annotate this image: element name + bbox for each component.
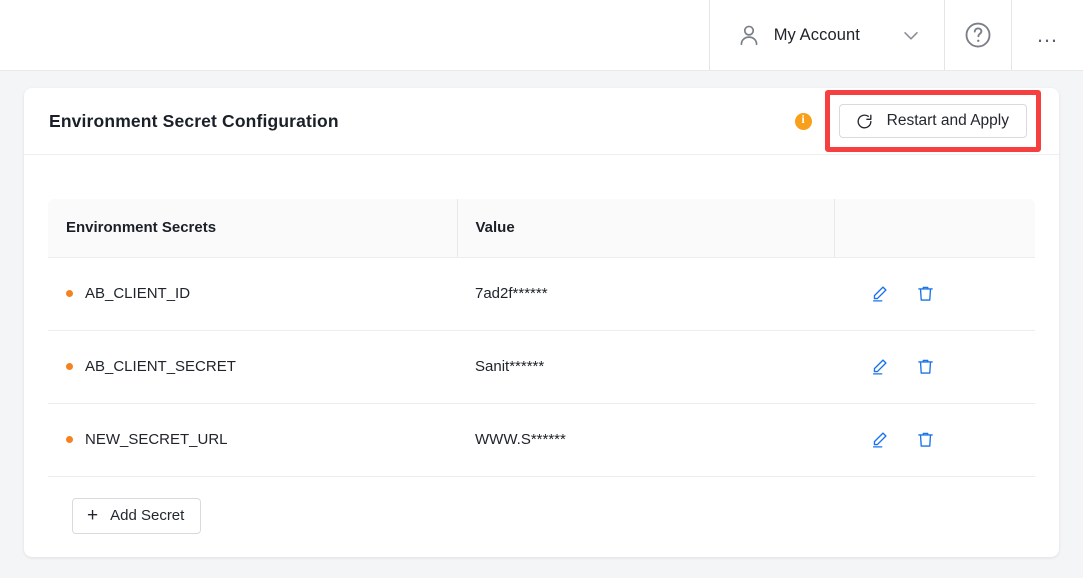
secret-name: AB_CLIENT_SECRET	[85, 358, 236, 375]
account-menu[interactable]: My Account	[708, 0, 944, 70]
secret-name: NEW_SECRET_URL	[85, 431, 228, 448]
card-header: Environment Secret Configuration i Resta…	[24, 88, 1059, 155]
table-body: AB_CLIENT_ID 7ad2f****** AB_CLIENT_SECRE…	[48, 257, 1035, 477]
secret-name-cell: AB_CLIENT_ID	[48, 257, 457, 331]
trash-icon	[916, 357, 935, 376]
chevron-down-icon[interactable]	[872, 22, 924, 48]
table-row: NEW_SECRET_URL WWW.S******	[48, 403, 1035, 477]
delete-secret-button[interactable]	[916, 284, 935, 303]
row-actions	[834, 403, 1035, 477]
question-circle-icon	[963, 20, 993, 50]
column-header-value: Value	[456, 199, 834, 258]
secret-value: WWW.S******	[457, 403, 834, 477]
restart-and-apply-button[interactable]: Restart and Apply	[838, 104, 1027, 138]
environment-secret-card: Environment Secret Configuration i Resta…	[24, 88, 1059, 557]
secret-name-cell: NEW_SECRET_URL	[48, 403, 457, 477]
add-secret-label: Add Secret	[110, 507, 185, 524]
table-header-row: Environment Secrets Value	[48, 199, 1035, 258]
top-bar: My Account …	[0, 0, 1083, 71]
more-options-button[interactable]: …	[1012, 0, 1083, 70]
plus-icon: +	[87, 505, 99, 526]
add-secret-button[interactable]: + Add Secret	[72, 497, 202, 534]
person-icon	[736, 22, 762, 48]
secret-name: AB_CLIENT_ID	[85, 285, 191, 302]
column-header-environment-secrets: Environment Secrets	[48, 199, 457, 258]
row-actions	[834, 257, 1035, 331]
pencil-icon	[870, 357, 889, 376]
trash-icon	[916, 430, 935, 449]
row-actions	[834, 330, 1035, 404]
delete-secret-button[interactable]	[916, 430, 935, 449]
secrets-table-container: Environment Secrets Value AB_CLIENT_ID 7…	[24, 155, 1059, 534]
status-dot	[66, 436, 73, 443]
add-secret-container: + Add Secret	[48, 477, 1035, 534]
pencil-icon	[870, 430, 889, 449]
table-row: AB_CLIENT_SECRET Sanit******	[48, 330, 1035, 404]
secrets-table: Environment Secrets Value AB_CLIENT_ID 7…	[48, 199, 1035, 477]
secret-name-cell: AB_CLIENT_SECRET	[48, 330, 457, 404]
pencil-icon	[870, 284, 889, 303]
table-row: AB_CLIENT_ID 7ad2f******	[48, 257, 1035, 331]
edit-secret-button[interactable]	[870, 430, 889, 449]
status-dot	[66, 290, 73, 297]
header-actions: i Restart and Apply	[794, 90, 1041, 152]
help-button[interactable]	[944, 0, 1012, 70]
refresh-icon	[855, 112, 874, 131]
edit-secret-button[interactable]	[870, 284, 889, 303]
column-header-actions	[833, 199, 1035, 258]
delete-secret-button[interactable]	[916, 357, 935, 376]
restart-and-apply-label: Restart and Apply	[886, 112, 1009, 129]
trash-icon	[916, 284, 935, 303]
page-title: Environment Secret Configuration	[49, 110, 339, 131]
info-icon[interactable]: i	[794, 112, 812, 130]
account-label: My Account	[773, 25, 860, 44]
status-dot	[66, 363, 73, 370]
edit-secret-button[interactable]	[870, 357, 889, 376]
ellipsis-icon: …	[1036, 22, 1059, 47]
secret-value: 7ad2f******	[457, 257, 834, 331]
secret-value: Sanit******	[457, 330, 834, 404]
restart-highlight-box: Restart and Apply	[824, 90, 1041, 152]
